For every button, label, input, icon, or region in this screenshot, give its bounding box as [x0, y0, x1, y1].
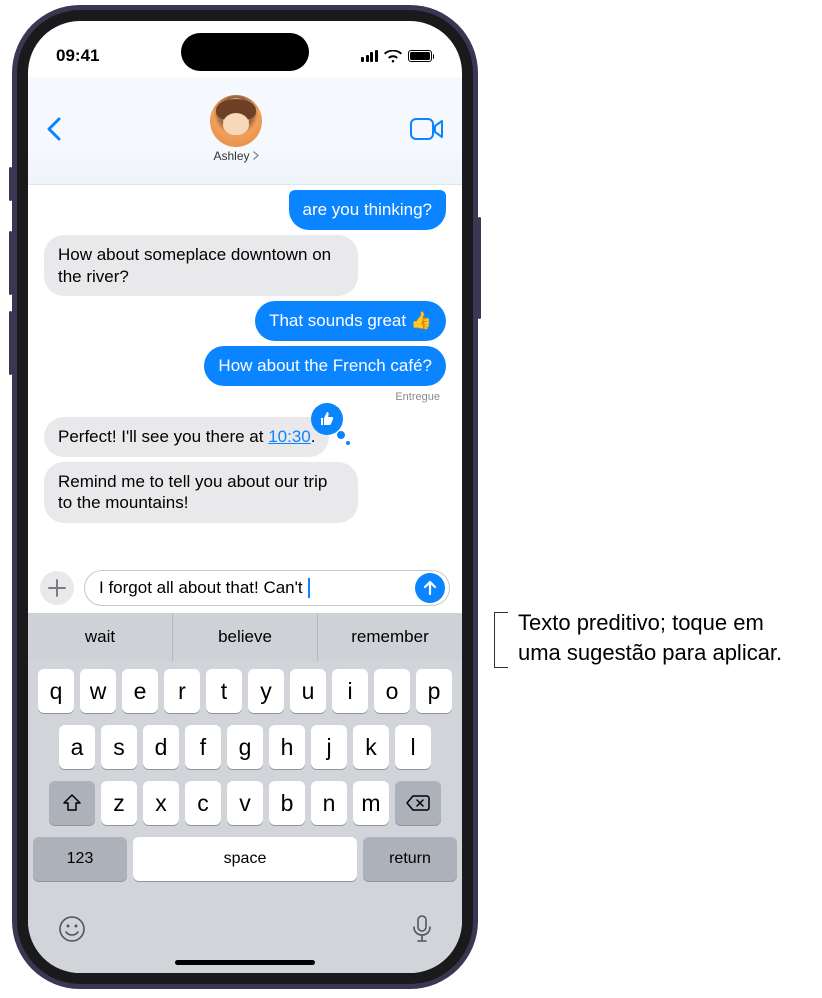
numbers-key[interactable]: 123	[33, 837, 127, 881]
send-button[interactable]	[415, 573, 445, 603]
thumbs-up-tapback[interactable]	[311, 403, 343, 435]
key-y[interactable]: y	[248, 669, 284, 713]
key-d[interactable]: d	[143, 725, 179, 769]
received-message[interactable]: Remind me to tell you about our trip to …	[44, 462, 358, 524]
key-h[interactable]: h	[269, 725, 305, 769]
contact-avatar	[210, 95, 262, 147]
phone-screen: 09:41	[28, 21, 462, 973]
shift-key[interactable]	[49, 781, 95, 825]
key-row-2: asdfghjkl	[33, 725, 457, 769]
key-w[interactable]: w	[80, 669, 116, 713]
key-g[interactable]: g	[227, 725, 263, 769]
predictive-suggestion[interactable]: remember	[318, 613, 462, 661]
message-input[interactable]: I forgot all about that! Can't	[84, 570, 450, 606]
facetime-button[interactable]	[410, 118, 444, 140]
time-link[interactable]: 10:30	[268, 427, 311, 446]
delivery-status: Entregue	[44, 391, 440, 403]
message-input-area: I forgot all about that! Can't	[28, 567, 462, 613]
key-o[interactable]: o	[374, 669, 410, 713]
predictive-bar: wait believe remember	[28, 613, 462, 661]
annotation-callout: Texto preditivo; toque em uma sugestão p…	[494, 608, 808, 668]
key-x[interactable]: x	[143, 781, 179, 825]
cellular-signal-icon	[361, 50, 378, 63]
key-row-3: zxcvbnm	[33, 781, 457, 825]
key-q[interactable]: q	[38, 669, 74, 713]
key-a[interactable]: a	[59, 725, 95, 769]
received-message[interactable]: How about someplace downtown on the rive…	[44, 235, 358, 297]
key-u[interactable]: u	[290, 669, 326, 713]
apps-button[interactable]	[40, 571, 74, 605]
key-p[interactable]: p	[416, 669, 452, 713]
key-b[interactable]: b	[269, 781, 305, 825]
key-v[interactable]: v	[227, 781, 263, 825]
key-f[interactable]: f	[185, 725, 221, 769]
home-indicator[interactable]	[175, 960, 315, 965]
conversation-header: Ashley	[28, 77, 462, 185]
key-j[interactable]: j	[311, 725, 347, 769]
key-e[interactable]: e	[122, 669, 158, 713]
key-c[interactable]: c	[185, 781, 221, 825]
emoji-key[interactable]	[58, 915, 86, 943]
keyboard: wait believe remember qwertyuiop asdfghj…	[28, 613, 462, 973]
key-z[interactable]: z	[101, 781, 137, 825]
sent-message[interactable]: How about the French café?	[204, 346, 446, 386]
key-row-4: 123 space return	[33, 837, 457, 881]
annotation-text: Texto preditivo; toque em uma sugestão p…	[518, 608, 808, 667]
contact-button[interactable]: Ashley	[210, 95, 262, 163]
wifi-icon	[384, 50, 402, 63]
sent-message[interactable]: That sounds great 👍	[255, 301, 446, 341]
sent-message[interactable]: are you thinking?	[289, 190, 446, 230]
key-l[interactable]: l	[395, 725, 431, 769]
predictive-suggestion[interactable]: believe	[173, 613, 318, 661]
backspace-key[interactable]	[395, 781, 441, 825]
contact-name: Ashley	[213, 149, 249, 163]
space-key[interactable]: space	[133, 837, 357, 881]
phone-frame: 09:41	[12, 5, 478, 989]
key-n[interactable]: n	[311, 781, 347, 825]
key-i[interactable]: i	[332, 669, 368, 713]
status-time: 09:41	[56, 46, 99, 66]
key-s[interactable]: s	[101, 725, 137, 769]
return-key[interactable]: return	[363, 837, 457, 881]
key-m[interactable]: m	[353, 781, 389, 825]
key-t[interactable]: t	[206, 669, 242, 713]
message-list[interactable]: are you thinking? How about someplace do…	[28, 185, 462, 567]
battery-icon	[408, 50, 435, 62]
key-row-1: qwertyuiop	[33, 669, 457, 713]
dictation-key[interactable]	[412, 915, 432, 943]
received-message[interactable]: Perfect! I'll see you there at 10:30.	[44, 417, 329, 457]
predictive-suggestion[interactable]: wait	[28, 613, 173, 661]
dynamic-island	[181, 33, 309, 71]
key-k[interactable]: k	[353, 725, 389, 769]
back-button[interactable]	[46, 117, 62, 141]
chevron-right-icon	[253, 151, 259, 160]
key-r[interactable]: r	[164, 669, 200, 713]
